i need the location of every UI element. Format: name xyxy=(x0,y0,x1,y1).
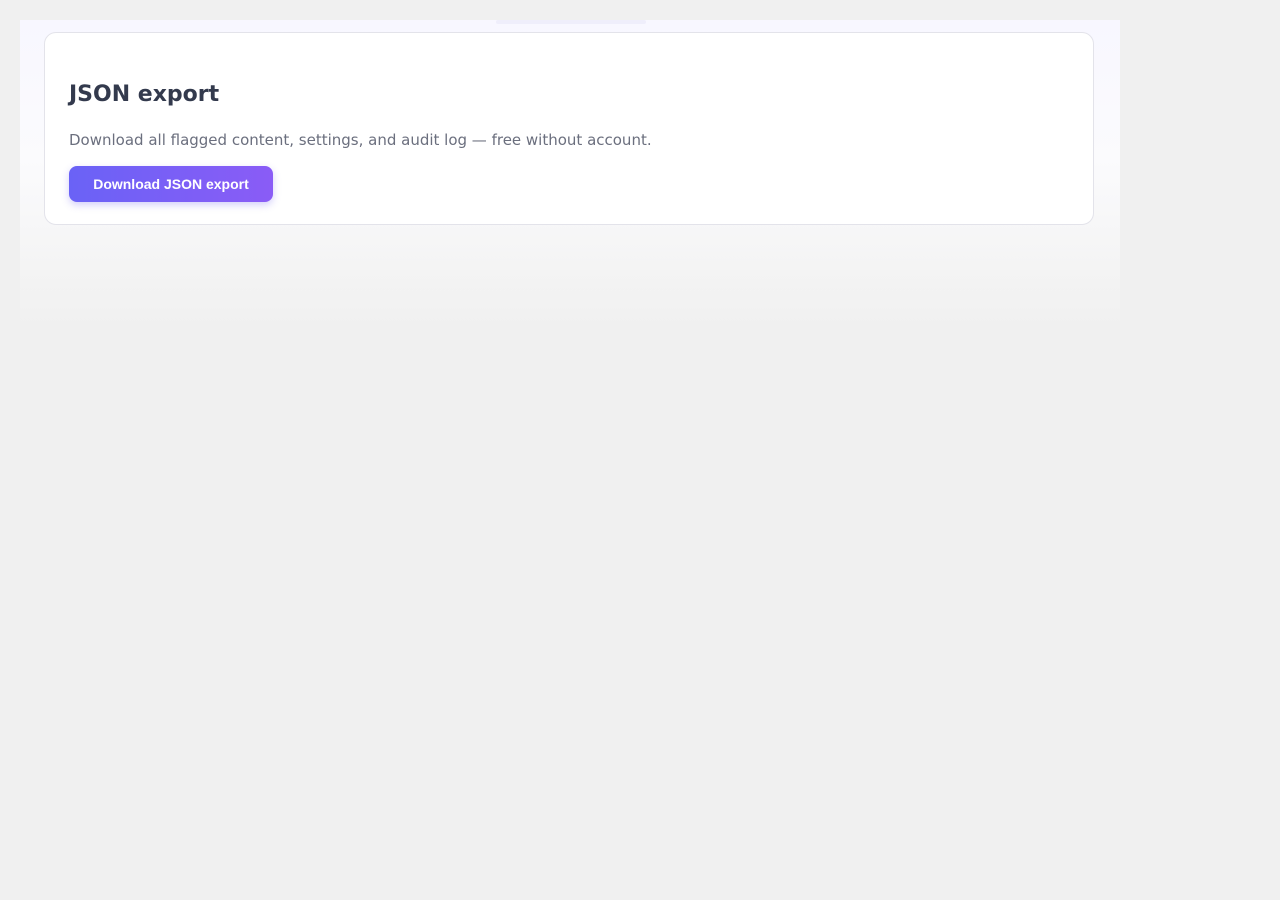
json-export-card: JSON export Download all flagged content… xyxy=(44,32,1094,225)
card-description: Download all flagged content, settings, … xyxy=(69,131,652,149)
top-edge-decoration xyxy=(496,20,646,24)
download-json-export-button[interactable]: Download JSON export xyxy=(69,166,273,202)
card-title: JSON export xyxy=(69,82,220,107)
app-frame: JSON export Download all flagged content… xyxy=(20,20,1120,330)
